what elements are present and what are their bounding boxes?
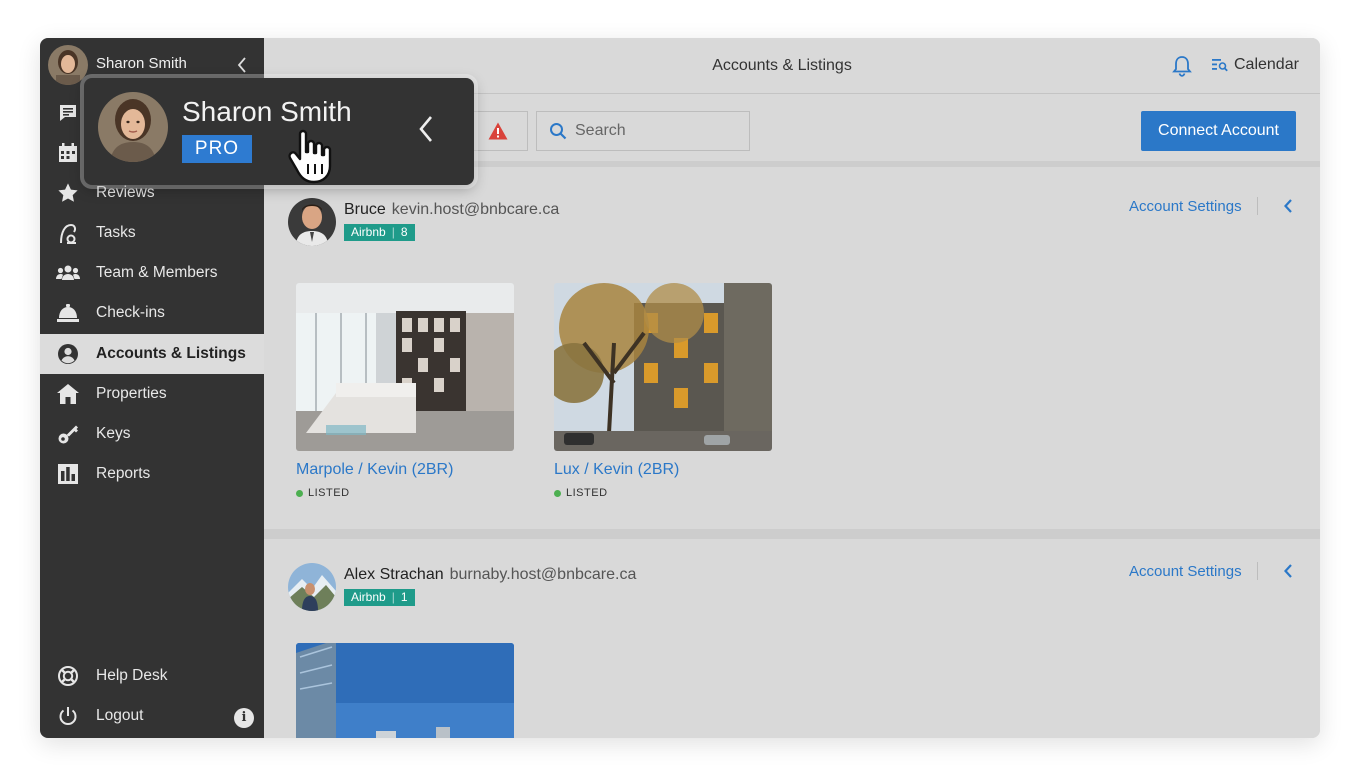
key-icon <box>56 422 80 446</box>
badge-separator: | <box>391 590 395 604</box>
popover-user-name: Sharon Smith <box>182 96 352 127</box>
sidebar-item-label: Properties <box>96 385 167 402</box>
status-label: LISTED <box>308 487 350 499</box>
sidebar-item-label: Accounts & Listings <box>96 345 246 362</box>
listing-title[interactable]: Marpole / Kevin (2BR) <box>296 461 514 479</box>
sidebar-item-properties[interactable]: Properties <box>40 374 264 414</box>
account-settings-link[interactable]: Account Settings <box>1129 198 1242 215</box>
sidebar-item-reports[interactable]: Reports <box>40 454 264 494</box>
listing-photo[interactable] <box>554 283 772 451</box>
pro-badge: PRO <box>182 135 252 163</box>
power-icon <box>56 704 80 728</box>
sidebar-item-logout[interactable]: Logout i <box>40 696 264 736</box>
home-icon <box>56 382 80 406</box>
chevron-left-icon <box>1284 199 1292 213</box>
sidebar-item-accounts-listings[interactable]: Accounts & Listings <box>40 334 264 374</box>
calendar-link[interactable]: Calendar <box>1212 56 1299 74</box>
warning-icon <box>488 122 507 140</box>
account-section: Bruce kevin.host@bnbcare.ca Airbnb | 8 Acco… <box>264 173 1320 529</box>
sidebar-user-name: Sharon Smith <box>96 55 187 72</box>
sidebar-item-label: Check-ins <box>96 304 165 321</box>
account-name: Bruce <box>344 201 386 218</box>
sidebar-item-label: Reviews <box>96 184 155 201</box>
listing-card[interactable]: Lux / Kevin (2BR) LISTED <box>554 283 772 499</box>
info-icon[interactable]: i <box>234 708 254 728</box>
collapse-account-button[interactable] <box>1283 198 1297 214</box>
sidebar-item-label: Tasks <box>96 224 136 241</box>
search-icon <box>550 123 567 140</box>
account-name-line: Bruce kevin.host@bnbcare.ca <box>344 201 559 219</box>
listing-count: 8 <box>400 225 408 239</box>
avatar <box>288 198 336 246</box>
platform-name: Airbnb <box>351 225 386 239</box>
vacuum-icon <box>56 221 80 245</box>
listing-title[interactable]: Lux / Kevin (2BR) <box>554 461 772 479</box>
star-icon <box>56 181 80 205</box>
sidebar-item-label: Reports <box>96 465 151 482</box>
messages-icon <box>56 101 80 125</box>
team-icon <box>56 261 80 285</box>
account-email: burnaby.host@bnbcare.ca <box>449 566 637 583</box>
avatar <box>48 45 88 85</box>
bell-service-icon <box>56 301 80 325</box>
status-dot <box>554 489 561 497</box>
account-name-line: Alex Strachan burnaby.host@bnbcare.ca <box>344 566 636 584</box>
listing-photo[interactable] <box>296 283 514 451</box>
listing-count: 1 <box>400 590 408 604</box>
notifications-button[interactable] <box>1172 55 1194 77</box>
platform-badge: Airbnb | 8 <box>344 224 415 241</box>
chevron-left-icon <box>237 57 246 73</box>
connect-account-button[interactable]: Connect Account <box>1141 111 1296 151</box>
search-input[interactable] <box>575 122 745 140</box>
hand-cursor-icon <box>286 128 336 184</box>
user-circle-icon <box>56 342 80 366</box>
account-section: Alex Strachan burnaby.host@bnbcare.ca Air… <box>264 539 1320 738</box>
status-label: LISTED <box>566 487 608 499</box>
account-name: Alex Strachan <box>344 566 444 583</box>
platform-name: Airbnb <box>351 590 386 604</box>
badge-separator: | <box>391 225 395 239</box>
chevron-left-icon <box>1284 564 1292 578</box>
collapse-sidebar-button[interactable] <box>414 112 438 146</box>
bell-icon <box>1172 56 1192 77</box>
listing-card[interactable]: Marpole / Kevin (2BR) LISTED <box>296 283 514 499</box>
avatar <box>288 563 336 611</box>
divider <box>1257 197 1258 215</box>
calendar-label: Calendar <box>1234 56 1299 73</box>
app-window: Sharon Smith Reviews Tasks Team & Member… <box>40 38 1320 738</box>
sidebar-item-label: Logout <box>96 707 144 724</box>
account-email: kevin.host@bnbcare.ca <box>391 201 560 218</box>
platform-badge: Airbnb | 1 <box>344 589 415 606</box>
account-settings-link[interactable]: Account Settings <box>1129 563 1242 580</box>
status-dot <box>296 489 303 497</box>
sidebar-item-check-ins[interactable]: Check-ins <box>40 293 264 333</box>
listing-status: LISTED <box>554 487 772 499</box>
listing-photo[interactable] <box>296 643 514 738</box>
alerts-filter-button[interactable] <box>468 111 528 151</box>
avatar <box>98 92 168 162</box>
collapse-account-button[interactable] <box>1283 563 1297 579</box>
sidebar-item-label: Keys <box>96 425 131 442</box>
divider <box>1257 562 1258 580</box>
listing-status: LISTED <box>296 487 514 499</box>
chart-icon <box>56 462 80 486</box>
calendar-icon <box>56 141 80 165</box>
sidebar-item-team-members[interactable]: Team & Members <box>40 253 264 293</box>
user-profile-popover[interactable]: Sharon Smith PRO <box>84 78 474 185</box>
sidebar-item-help-desk[interactable]: Help Desk <box>40 656 264 696</box>
sidebar-item-tasks[interactable]: Tasks <box>40 213 264 253</box>
collapse-sidebar-button[interactable] <box>232 57 252 77</box>
calendar-search-icon <box>1212 59 1228 72</box>
page-title: Accounts & Listings <box>712 57 852 74</box>
search-field[interactable] <box>536 111 750 151</box>
sidebar-item-keys[interactable]: Keys <box>40 414 264 454</box>
chevron-left-icon <box>419 116 432 142</box>
listing-card[interactable] <box>296 643 514 738</box>
sidebar-item-label: Help Desk <box>96 667 168 684</box>
sidebar-item-label: Team & Members <box>96 264 218 281</box>
section-divider <box>264 529 1320 539</box>
lifebuoy-icon <box>56 664 80 688</box>
